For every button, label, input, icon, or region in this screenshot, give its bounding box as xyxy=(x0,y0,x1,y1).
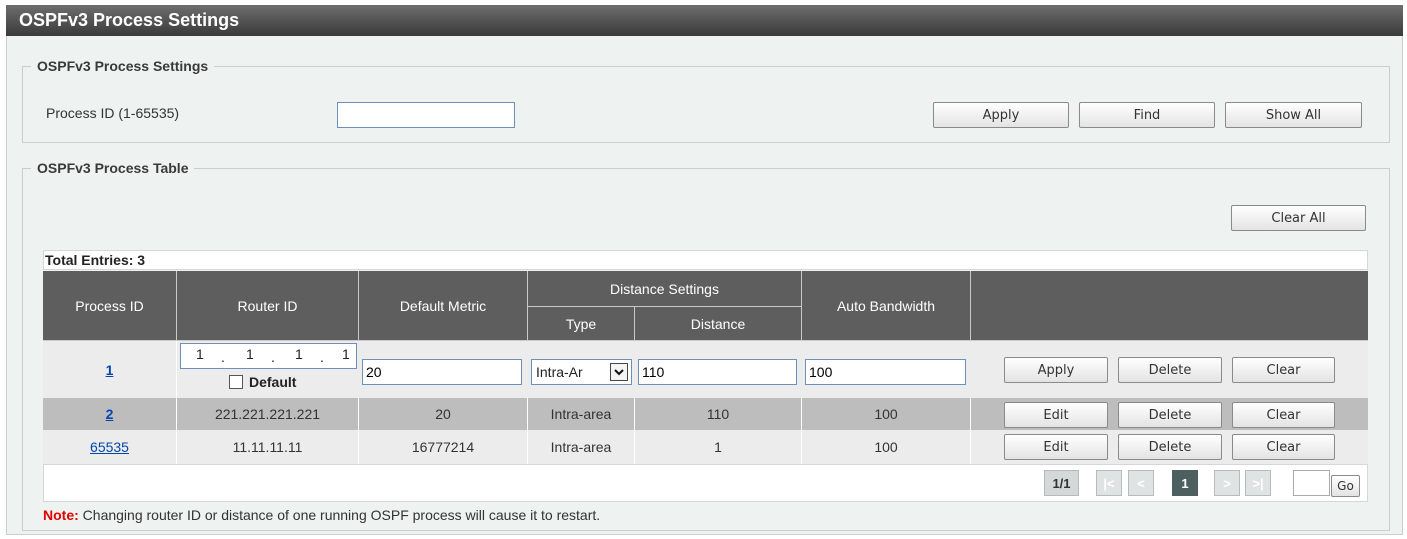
router-id-input[interactable]: 1 . 1 . 1 . 1 xyxy=(180,343,357,369)
process-id-cell: 65535 xyxy=(43,430,177,464)
process-id-cell: 2 xyxy=(43,398,177,430)
process-id-cell: 1 xyxy=(43,341,177,398)
process-id-input[interactable] xyxy=(337,102,515,128)
process-id-link[interactable]: 1 xyxy=(106,362,114,378)
total-entries-bar: Total Entries: 3 xyxy=(43,250,1368,270)
page-title: OSPFv3 Process Settings xyxy=(19,10,240,30)
find-button[interactable]: Find xyxy=(1079,102,1215,128)
col-router-id-header: Router ID xyxy=(177,271,359,341)
default-checkbox-label: Default xyxy=(249,374,297,390)
clear-all-button[interactable]: Clear All xyxy=(1231,205,1366,231)
process-settings-panel: OSPFv3 Process Settings xyxy=(22,58,1390,143)
apply-button[interactable]: Apply xyxy=(933,102,1069,128)
row-clear-button[interactable]: Clear xyxy=(1232,434,1335,460)
row-apply-button[interactable]: Apply xyxy=(1004,357,1108,383)
show-all-button[interactable]: Show All xyxy=(1225,102,1362,128)
auto-bandwidth-cell: 100 xyxy=(802,430,971,464)
chevron-down-icon[interactable] xyxy=(610,363,628,381)
current-page-button[interactable]: 1 xyxy=(1172,470,1198,496)
process-id-label: Process ID (1-65535) xyxy=(46,105,180,121)
prev-page-button[interactable]: < xyxy=(1128,470,1154,496)
last-page-button[interactable]: >| xyxy=(1245,470,1271,496)
router-id-dot: . xyxy=(221,349,225,365)
row-clear-button[interactable]: Clear xyxy=(1232,402,1335,428)
next-page-button[interactable]: > xyxy=(1214,470,1240,496)
row-delete-button[interactable]: Delete xyxy=(1118,357,1222,383)
pagination-bar xyxy=(43,464,1368,502)
note-prefix: Note: xyxy=(43,507,79,523)
col-actions-header xyxy=(971,271,1368,341)
default-metric-cell: 16777214 xyxy=(359,430,528,464)
row-delete-button[interactable]: Delete xyxy=(1118,434,1222,460)
col-process-id-header: Process ID xyxy=(43,271,177,341)
default-metric-cell: 20 xyxy=(359,398,528,430)
go-button[interactable]: Go xyxy=(1331,475,1360,497)
total-entries-label: Total Entries: 3 xyxy=(45,252,146,268)
router-id-octet-3[interactable]: 1 xyxy=(295,346,303,362)
note-body: Changing router ID or distance of one ru… xyxy=(78,507,601,523)
distance-cell: 110 xyxy=(635,398,802,430)
title-bar: OSPFv3 Process Settings xyxy=(6,5,1403,36)
page-info: 1/1 xyxy=(1044,470,1079,496)
router-id-octet-4[interactable]: 1 xyxy=(342,346,350,362)
default-metric-input[interactable] xyxy=(362,359,522,385)
row-edit-button[interactable]: Edit xyxy=(1004,434,1108,460)
process-table-legend: OSPFv3 Process Table xyxy=(37,160,189,176)
row-delete-button[interactable]: Delete xyxy=(1118,402,1222,428)
process-id-link[interactable]: 2 xyxy=(106,406,114,422)
type-select[interactable]: Intra-Ar xyxy=(531,359,632,385)
go-page-input[interactable] xyxy=(1293,470,1330,496)
auto-bandwidth-input[interactable] xyxy=(805,359,966,385)
router-id-dot: . xyxy=(271,349,275,365)
col-distance-header: Distance xyxy=(635,307,802,341)
col-auto-bandwidth-header: Auto Bandwidth xyxy=(802,271,971,341)
col-distance-settings-header: Distance Settings xyxy=(528,271,802,307)
distance-cell: 1 xyxy=(635,430,802,464)
distance-input[interactable] xyxy=(638,359,797,385)
row-clear-button[interactable]: Clear xyxy=(1232,357,1335,383)
router-id-octet-1[interactable]: 1 xyxy=(196,346,204,362)
router-id-octet-2[interactable]: 1 xyxy=(246,346,254,362)
col-default-metric-header: Default Metric xyxy=(359,271,528,341)
router-id-cell: 221.221.221.221 xyxy=(177,398,359,430)
first-page-button[interactable]: |< xyxy=(1096,470,1122,496)
process-settings-legend: OSPFv3 Process Settings xyxy=(37,58,209,74)
row-edit-button[interactable]: Edit xyxy=(1004,402,1108,428)
type-cell: Intra-area xyxy=(528,430,635,464)
router-id-cell: 11.11.11.11 xyxy=(177,430,359,464)
default-checkbox[interactable] xyxy=(229,375,243,389)
note-text: Note: Changing router ID or distance of … xyxy=(43,507,600,523)
type-cell: Intra-area xyxy=(528,398,635,430)
auto-bandwidth-cell: 100 xyxy=(802,398,971,430)
router-id-dot: . xyxy=(320,349,324,365)
type-select-value: Intra-Ar xyxy=(536,364,583,380)
col-type-header: Type xyxy=(528,307,635,341)
process-id-link[interactable]: 65535 xyxy=(90,439,129,455)
